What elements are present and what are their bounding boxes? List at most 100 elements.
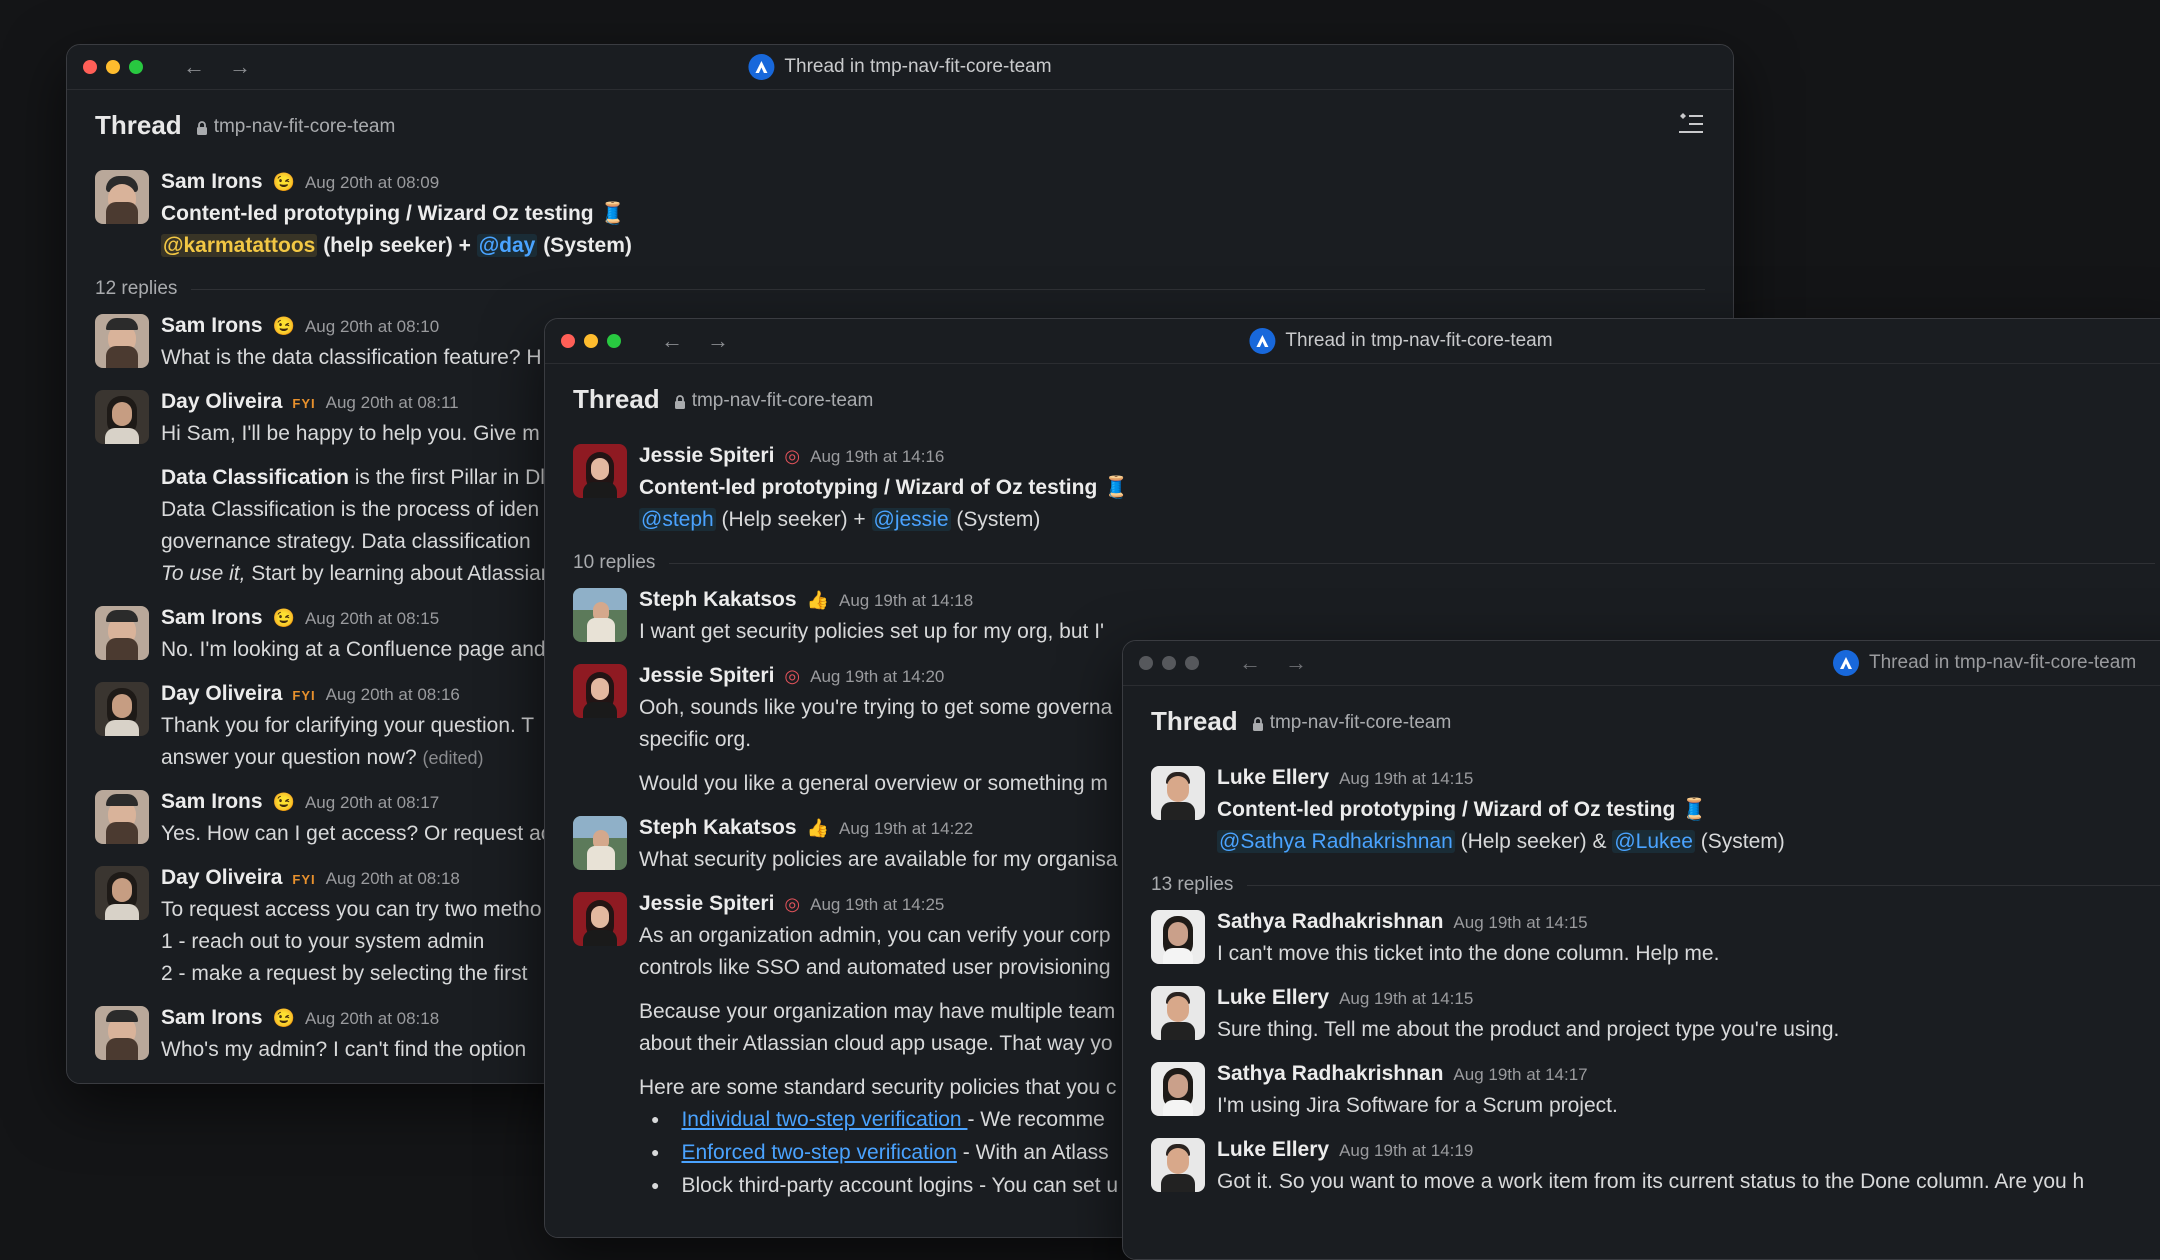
forward-arrow-icon[interactable]: →	[707, 328, 729, 354]
author-name[interactable]: Steph Kakatsos	[639, 588, 797, 612]
avatar[interactable]	[1151, 1062, 1205, 1116]
author-name[interactable]: Day Oliveira	[161, 866, 282, 890]
maximize-window-button[interactable]	[1185, 656, 1199, 670]
timestamp[interactable]: Aug 19th at 14:16	[810, 447, 944, 467]
timestamp[interactable]: Aug 19th at 14:19	[1339, 1141, 1473, 1161]
author-name[interactable]: Sathya Radhakrishnan	[1217, 910, 1443, 934]
back-arrow-icon[interactable]: ←	[1239, 650, 1261, 676]
policy-link[interactable]: Individual two-step verification	[681, 1108, 967, 1131]
author-name[interactable]: Sam Irons	[161, 170, 263, 194]
thread-header: Thread tmp-nav-fit-core-team	[545, 364, 2160, 444]
window-title: Thread in tmp-nav-fit-core-team	[1833, 650, 2136, 676]
author-name[interactable]: Jessie Spiteri	[639, 664, 774, 688]
author-name[interactable]: Day Oliveira	[161, 682, 282, 706]
back-arrow-icon[interactable]: ←	[183, 54, 205, 80]
author-name[interactable]: Sathya Radhakrishnan	[1217, 1062, 1443, 1086]
mention[interactable]: @jessie	[871, 508, 951, 531]
avatar[interactable]	[95, 1006, 149, 1060]
timestamp[interactable]: Aug 19th at 14:15	[1339, 769, 1473, 789]
message-text: (System)	[537, 234, 632, 257]
avatar[interactable]	[1151, 1138, 1205, 1192]
avatar[interactable]	[573, 588, 627, 642]
mention[interactable]: @steph	[639, 508, 716, 531]
avatar[interactable]	[573, 664, 627, 718]
author-name[interactable]: Luke Ellery	[1217, 986, 1329, 1010]
minimize-window-button[interactable]	[584, 334, 598, 348]
channel-name[interactable]: tmp-nav-fit-core-team	[196, 116, 395, 138]
avatar[interactable]	[573, 444, 627, 498]
timestamp[interactable]: Aug 19th at 14:22	[839, 819, 973, 839]
mention[interactable]: @Lukee	[1612, 830, 1695, 853]
avatar[interactable]	[1151, 766, 1205, 820]
minimize-window-button[interactable]	[106, 60, 120, 74]
window-title-text: Thread in tmp-nav-fit-core-team	[784, 56, 1052, 77]
author-name[interactable]: Sam Irons	[161, 790, 263, 814]
maximize-window-button[interactable]	[129, 60, 143, 74]
reply-message[interactable]: Luke Ellery Aug 19th at 14:15 Sure thing.…	[1123, 986, 2160, 1046]
channel-name[interactable]: tmp-nav-fit-core-team	[1252, 712, 1451, 734]
author-name[interactable]: Day Oliveira	[161, 390, 282, 414]
root-message[interactable]: Luke Ellery Aug 19th at 14:15 Content-led…	[1123, 766, 2160, 858]
timestamp[interactable]: Aug 19th at 14:20	[810, 667, 944, 687]
timestamp[interactable]: Aug 19th at 14:18	[839, 591, 973, 611]
thread-options-icon[interactable]	[1677, 112, 1705, 136]
timestamp[interactable]: Aug 20th at 08:09	[305, 173, 439, 193]
author-name[interactable]: Luke Ellery	[1217, 1138, 1329, 1162]
maximize-window-button[interactable]	[607, 334, 621, 348]
root-message[interactable]: Sam Irons 😉 Aug 20th at 08:09 Content-le…	[67, 170, 1733, 262]
avatar[interactable]	[95, 790, 149, 844]
avatar[interactable]	[95, 606, 149, 660]
message-italic-text: To use it,	[161, 562, 246, 585]
avatar[interactable]	[95, 682, 149, 736]
status-emoji-icon: 😉	[272, 608, 295, 628]
timestamp[interactable]: Aug 19th at 14:17	[1453, 1065, 1587, 1085]
timestamp[interactable]: Aug 20th at 08:17	[305, 793, 439, 813]
timestamp[interactable]: Aug 20th at 08:11	[326, 393, 459, 413]
reply-message[interactable]: Luke Ellery Aug 19th at 14:19 Got it. So …	[1123, 1138, 2160, 1198]
avatar[interactable]	[1151, 986, 1205, 1040]
timestamp[interactable]: Aug 20th at 08:18	[326, 869, 460, 889]
close-window-button[interactable]	[83, 60, 97, 74]
timestamp[interactable]: Aug 20th at 08:15	[305, 609, 439, 629]
avatar[interactable]	[95, 866, 149, 920]
forward-arrow-icon[interactable]: →	[1285, 650, 1307, 676]
avatar[interactable]	[573, 816, 627, 870]
message-bold-text: Data Classification	[161, 466, 349, 489]
author-name[interactable]: Sam Irons	[161, 314, 263, 338]
author-name[interactable]: Luke Ellery	[1217, 766, 1329, 790]
close-window-button[interactable]	[561, 334, 575, 348]
author-name[interactable]: Jessie Spiteri	[639, 892, 774, 916]
mention[interactable]: @Sathya Radhakrishnan	[1217, 830, 1455, 853]
mention[interactable]: @day	[476, 234, 538, 257]
message-text: Got it. So you want to move a work item …	[1217, 1170, 2085, 1193]
timestamp[interactable]: Aug 20th at 08:18	[305, 1009, 439, 1029]
avatar[interactable]	[95, 314, 149, 368]
status-emoji-icon: 👍	[806, 590, 829, 610]
reply-message[interactable]: Sathya Radhakrishnan Aug 19th at 14:15 I …	[1123, 910, 2160, 970]
root-message[interactable]: Jessie Spiteri ◎ Aug 19th at 14:16 Content…	[545, 444, 2160, 536]
policy-link[interactable]: Enforced two-step verification	[681, 1141, 956, 1164]
mention[interactable]: @karmatattoos	[161, 234, 318, 257]
timestamp[interactable]: Aug 20th at 08:16	[326, 685, 460, 705]
author-name[interactable]: Sam Irons	[161, 1006, 263, 1030]
close-window-button[interactable]	[1139, 656, 1153, 670]
avatar[interactable]	[95, 170, 149, 224]
forward-arrow-icon[interactable]: →	[229, 54, 251, 80]
thread-header: Thread tmp-nav-fit-core-team	[67, 90, 1733, 170]
minimize-window-button[interactable]	[1162, 656, 1176, 670]
avatar[interactable]	[573, 892, 627, 946]
channel-name[interactable]: tmp-nav-fit-core-team	[674, 390, 873, 412]
back-arrow-icon[interactable]: ←	[661, 328, 683, 354]
author-name[interactable]: Steph Kakatsos	[639, 816, 797, 840]
reply-message[interactable]: Sathya Radhakrishnan Aug 19th at 14:17 I'…	[1123, 1062, 2160, 1122]
timestamp[interactable]: Aug 19th at 14:15	[1339, 989, 1473, 1009]
avatar[interactable]	[1151, 910, 1205, 964]
avatar[interactable]	[95, 390, 149, 444]
traffic-lights	[83, 60, 143, 74]
timestamp[interactable]: Aug 19th at 14:15	[1453, 913, 1587, 933]
author-name[interactable]: Sam Irons	[161, 606, 263, 630]
timestamp[interactable]: Aug 19th at 14:25	[810, 895, 944, 915]
timestamp[interactable]: Aug 20th at 08:10	[305, 317, 439, 337]
author-name[interactable]: Jessie Spiteri	[639, 444, 774, 468]
reply-message[interactable]: Steph Kakatsos 👍 Aug 19th at 14:18 I want …	[545, 588, 2160, 648]
